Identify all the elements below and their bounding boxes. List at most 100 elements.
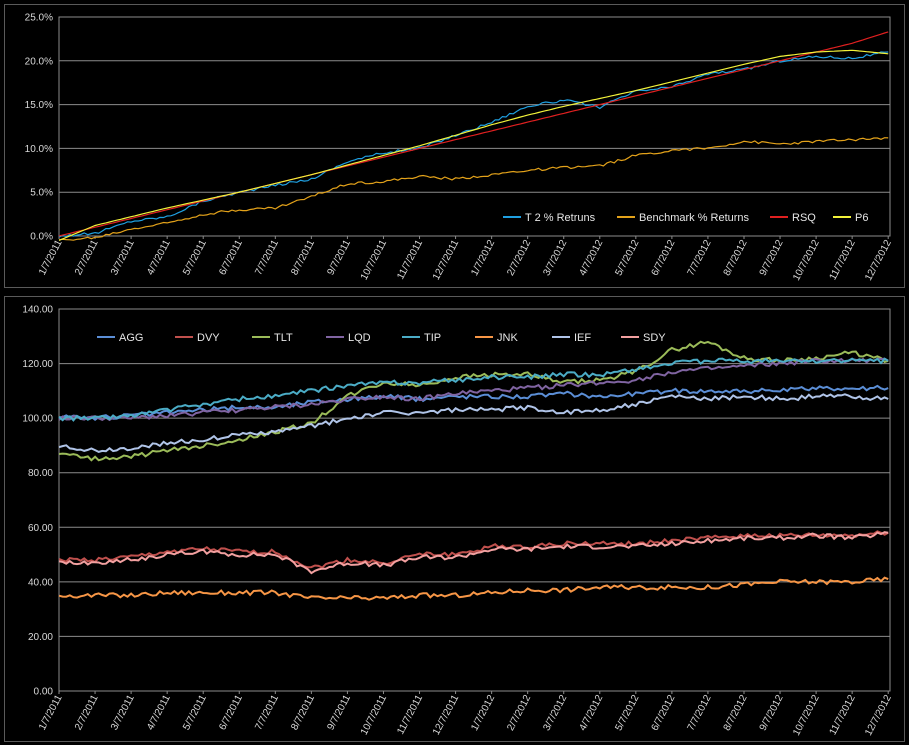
data-point xyxy=(455,595,456,596)
data-point xyxy=(491,592,492,593)
data-point xyxy=(131,418,132,419)
data-point xyxy=(347,398,348,399)
data-point xyxy=(852,50,853,51)
data-point xyxy=(779,363,780,364)
data-point xyxy=(383,396,384,397)
data-point xyxy=(671,86,672,87)
data-point xyxy=(239,439,240,440)
data-point xyxy=(599,107,600,108)
data-point xyxy=(743,584,744,585)
data-point xyxy=(383,598,384,599)
data-point xyxy=(491,409,492,410)
data-point xyxy=(527,377,528,378)
data-point xyxy=(58,235,59,236)
data-point xyxy=(383,152,384,153)
data-point xyxy=(94,595,95,596)
x-tick-label: 11/7/2012 xyxy=(828,693,858,737)
series-line-dvy xyxy=(58,530,889,569)
data-point xyxy=(852,535,853,536)
x-tick-label: 11/7/2011 xyxy=(395,238,425,282)
data-point xyxy=(779,538,780,539)
legend-label: SDY xyxy=(643,332,666,344)
x-tick-label: 6/7/2011 xyxy=(217,693,245,732)
data-point xyxy=(743,141,744,142)
data-point xyxy=(563,546,564,547)
data-point xyxy=(419,145,420,146)
data-point xyxy=(167,209,168,210)
data-point xyxy=(527,589,528,590)
data-point xyxy=(311,174,312,175)
data-point xyxy=(563,412,564,413)
data-point xyxy=(888,53,889,54)
data-point xyxy=(491,546,492,547)
x-tick-label: 10/7/2012 xyxy=(791,693,822,738)
data-point xyxy=(671,390,672,391)
x-tick-label: 8/7/2012 xyxy=(722,693,750,733)
etf-price-chart: 0.00 20.00 40.00 60.00 80.00 100.00 120.00 140.… xyxy=(22,305,894,738)
data-point xyxy=(635,368,636,369)
data-point xyxy=(671,543,672,544)
data-point xyxy=(852,43,853,44)
data-point xyxy=(131,218,132,219)
data-point xyxy=(455,554,456,555)
data-point xyxy=(779,143,780,144)
y-tick-label: 25.0% xyxy=(25,13,53,24)
data-point xyxy=(779,581,780,582)
data-point xyxy=(383,412,384,413)
x-tick-label: 1/7/2012 xyxy=(469,238,497,278)
x-tick-label: 7/7/2011 xyxy=(253,238,281,277)
data-point xyxy=(743,396,744,397)
data-point xyxy=(852,352,853,353)
data-point xyxy=(203,551,204,552)
data-point xyxy=(671,371,672,372)
data-point xyxy=(599,409,600,410)
data-point xyxy=(743,366,744,367)
data-point xyxy=(707,72,708,73)
data-point xyxy=(131,456,132,457)
data-point xyxy=(779,398,780,399)
x-tick-label: 1/7/2011 xyxy=(37,238,65,277)
x-tick-label: 12/7/2012 xyxy=(863,238,894,283)
data-point xyxy=(419,382,420,383)
data-point xyxy=(527,396,528,397)
data-point xyxy=(94,237,95,238)
data-point xyxy=(347,396,348,397)
data-point xyxy=(527,170,528,171)
data-point xyxy=(311,196,312,197)
data-point xyxy=(888,360,889,361)
data-point xyxy=(563,382,564,383)
data-point xyxy=(527,115,528,116)
data-point xyxy=(455,379,456,380)
data-point xyxy=(671,587,672,588)
data-point xyxy=(347,161,348,162)
x-tick-label: 8/7/2011 xyxy=(289,238,317,277)
x-tick-label: 2/7/2012 xyxy=(505,693,533,733)
data-point xyxy=(419,557,420,558)
legend-label: LQD xyxy=(348,332,371,344)
data-point xyxy=(347,164,348,165)
x-tick-label: 2/7/2012 xyxy=(505,238,533,278)
plot-area xyxy=(58,16,891,237)
data-point xyxy=(888,398,889,399)
data-point xyxy=(383,382,384,383)
data-point xyxy=(311,570,312,571)
data-point xyxy=(311,598,312,599)
data-point xyxy=(815,360,816,361)
data-point xyxy=(275,396,276,397)
x-tick-label: 7/7/2011 xyxy=(253,693,281,732)
x-tick-label: 5/7/2011 xyxy=(181,693,209,732)
data-point xyxy=(131,221,132,222)
data-point xyxy=(203,404,204,405)
data-point xyxy=(455,139,456,140)
data-point xyxy=(455,393,456,394)
data-point xyxy=(563,374,564,375)
data-point xyxy=(167,412,168,413)
series-line-rsq xyxy=(58,31,889,237)
data-point xyxy=(815,581,816,582)
data-point xyxy=(635,404,636,405)
data-point xyxy=(888,137,889,138)
data-point xyxy=(707,78,708,79)
data-point xyxy=(58,595,59,596)
data-point xyxy=(815,56,816,57)
data-point xyxy=(888,388,889,389)
